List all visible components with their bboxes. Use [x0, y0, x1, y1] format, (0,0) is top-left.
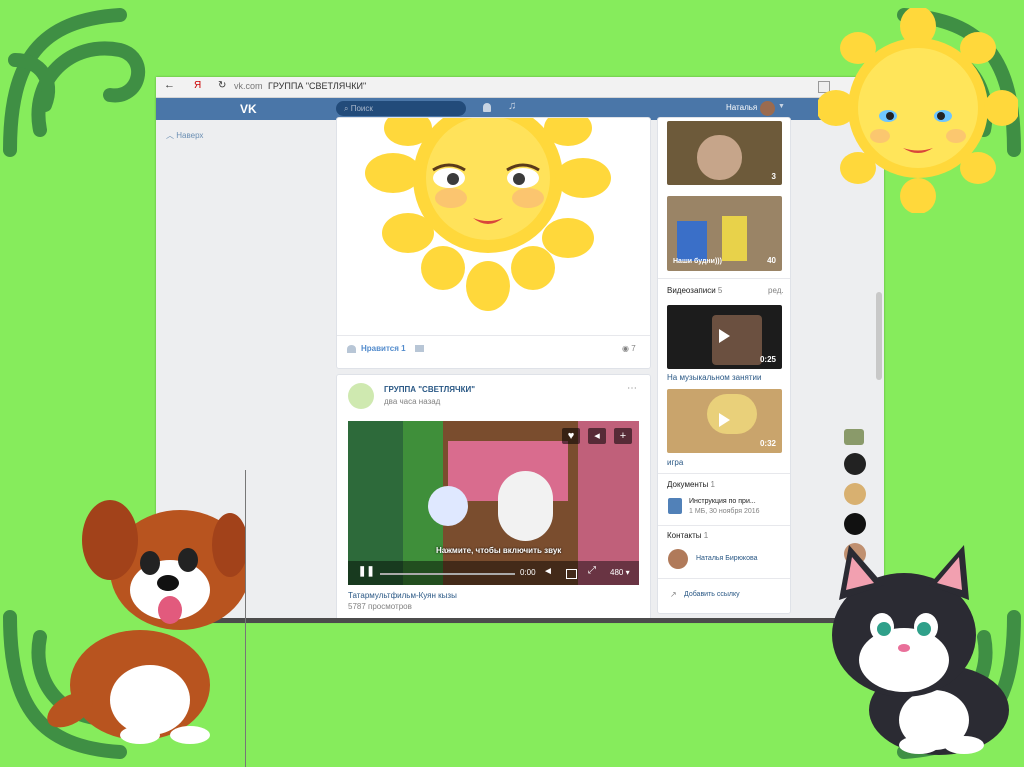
video-like-icon[interactable]: ♥ [562, 428, 580, 444]
add-link-button[interactable]: Добавить ссылку [684, 591, 740, 598]
eye-icon: ◉ [622, 344, 629, 353]
kitten-decoration [832, 545, 1009, 755]
link-icon: ↗ [670, 590, 677, 599]
back-icon[interactable]: ← [164, 79, 175, 91]
reload-icon[interactable]: ↻ [218, 80, 226, 91]
yandex-icon[interactable]: Я [194, 80, 201, 91]
url-domain[interactable]: vk.com [234, 81, 263, 91]
music-icon[interactable]: ♫ [508, 100, 516, 112]
docs-header[interactable]: Документы 1 [667, 480, 715, 489]
divider-line [245, 470, 246, 767]
avatar[interactable] [668, 549, 688, 569]
video-thumb[interactable]: 0:32 [667, 389, 782, 453]
post-card: ГРУППА "СВЕТЛЯЧКИ" два часа назад ⋯ ♥ ◂ … [336, 374, 651, 622]
fullscreen-icon[interactable]: ⤢ [588, 565, 596, 576]
views-counter: ◉ 7 [622, 344, 636, 353]
videos-edit-link[interactable]: ред. [768, 286, 784, 295]
taskbar [200, 618, 840, 623]
group-name-link[interactable]: ГРУППА "СВЕТЛЯЧКИ" [384, 385, 475, 394]
quality-selector[interactable]: 480 ▾ [610, 568, 630, 577]
search-placeholder: Поиск [350, 104, 373, 113]
time-code: 0:00 [520, 568, 536, 577]
contacts-header[interactable]: Контакты 1 [667, 531, 708, 540]
url-title[interactable]: ГРУППА "СВЕТЛЯЧКИ" [268, 81, 366, 91]
post-time: два часа назад [384, 397, 441, 406]
chevron-down-icon: ▾ [625, 568, 630, 577]
miniplayer-icon[interactable] [566, 569, 577, 579]
chevron-down-icon[interactable]: ▼ [778, 103, 785, 110]
video-add-icon[interactable]: + [614, 428, 632, 444]
sun-decoration [818, 8, 1018, 213]
video-thumb[interactable]: 0:25 [667, 305, 782, 369]
like-button[interactable]: Нравится 1 [361, 344, 406, 353]
document-icon [668, 498, 682, 514]
doc-meta: 1 МБ, 30 ноября 2016 [689, 508, 760, 515]
pause-icon[interactable]: ❚❚ [358, 566, 375, 577]
volume-icon[interactable]: ◄ [543, 566, 553, 577]
right-column: 3 Наши будни))) 40 Видеозаписи 5 ред. 0:… [657, 117, 791, 614]
scrollbar[interactable] [876, 292, 882, 380]
play-icon [719, 329, 730, 343]
chat-avatar[interactable] [844, 513, 866, 535]
address-bar: ← Я ↻ vk.com ГРУППА "СВЕТЛЯЧКИ" [156, 77, 884, 98]
progress-bar[interactable] [380, 573, 515, 575]
puppy-decoration [47, 500, 245, 744]
videos-header[interactable]: Видеозаписи 5 [667, 286, 722, 295]
avatar[interactable] [760, 101, 775, 116]
vk-logo[interactable]: VK [240, 102, 257, 116]
browser-window: ← Я ↻ vk.com ГРУППА "СВЕТЛЯЧКИ" VK ⌕ Пои… [156, 77, 884, 622]
video-views: 5787 просмотров [348, 602, 412, 611]
share-icon[interactable] [415, 345, 424, 352]
heart-icon[interactable] [347, 345, 356, 353]
photo-album-thumb[interactable]: Наши будни))) 40 [667, 196, 782, 271]
contact-name-link[interactable]: Наталья Бирюкова [696, 555, 758, 562]
video-player[interactable]: ♥ ◂ + Нажмите, чтобы включить звук ❚❚ 0:… [348, 421, 639, 585]
back-to-top[interactable]: ︿ Наверх [166, 130, 203, 141]
search-input[interactable]: ⌕ Поиск [336, 101, 466, 116]
chat-avatar[interactable] [844, 429, 864, 445]
chat-avatar[interactable] [844, 453, 866, 475]
corner-ornament [3, 8, 145, 157]
back-to-top-label: Наверх [176, 131, 204, 140]
bell-icon[interactable] [483, 103, 491, 112]
search-icon: ⌕ [344, 104, 349, 113]
video-title-link[interactable]: На музыкальном занятии [667, 373, 761, 382]
unmute-prompt[interactable]: Нажмите, чтобы включить звук [436, 546, 561, 555]
play-icon [719, 413, 730, 427]
photo-thumb[interactable]: 3 [667, 121, 782, 185]
more-icon[interactable]: ⋯ [627, 383, 637, 394]
user-name[interactable]: Наталья [726, 103, 757, 112]
chat-avatar[interactable] [844, 483, 866, 505]
video-title-link[interactable]: Татармультфильм-Куян кызы [348, 591, 457, 600]
post-card: Нравится 1 ◉ 7 [336, 117, 651, 369]
chevron-up-icon: ︿ [166, 131, 174, 140]
doc-title-link[interactable]: Инструкция по при... [689, 498, 756, 505]
group-avatar[interactable] [348, 383, 374, 409]
video-share-icon[interactable]: ◂ [588, 428, 606, 444]
sun-image [365, 118, 611, 311]
video-title-link[interactable]: игра [667, 458, 683, 467]
